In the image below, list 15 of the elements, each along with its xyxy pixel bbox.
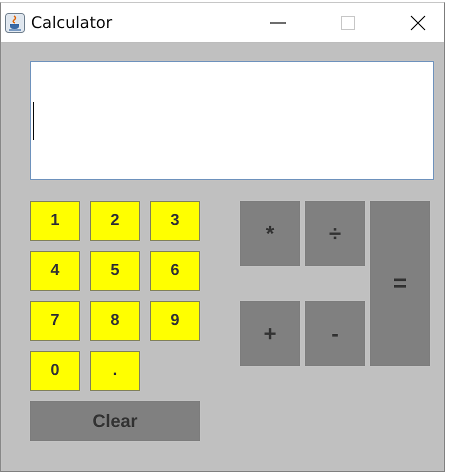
digit-key[interactable]: 3 bbox=[150, 201, 200, 241]
digit-key[interactable]: 9 bbox=[150, 301, 200, 341]
digit-key[interactable]: 0 bbox=[30, 351, 80, 391]
digit-key[interactable]: . bbox=[90, 351, 140, 391]
cup-icon bbox=[5, 12, 25, 32]
digit-key[interactable]: 1 bbox=[30, 201, 80, 241]
digit-key[interactable]: 8 bbox=[90, 301, 140, 341]
digit-key[interactable]: 5 bbox=[90, 251, 140, 291]
window-title: Calculator bbox=[31, 13, 112, 32]
digit-key[interactable]: 2 bbox=[90, 201, 140, 241]
digit-key[interactable]: 7 bbox=[30, 301, 80, 341]
digit-key[interactable]: 6 bbox=[150, 251, 200, 291]
digit-key[interactable]: 4 bbox=[30, 251, 80, 291]
display-field[interactable] bbox=[30, 61, 434, 180]
close-icon[interactable] bbox=[408, 12, 428, 32]
